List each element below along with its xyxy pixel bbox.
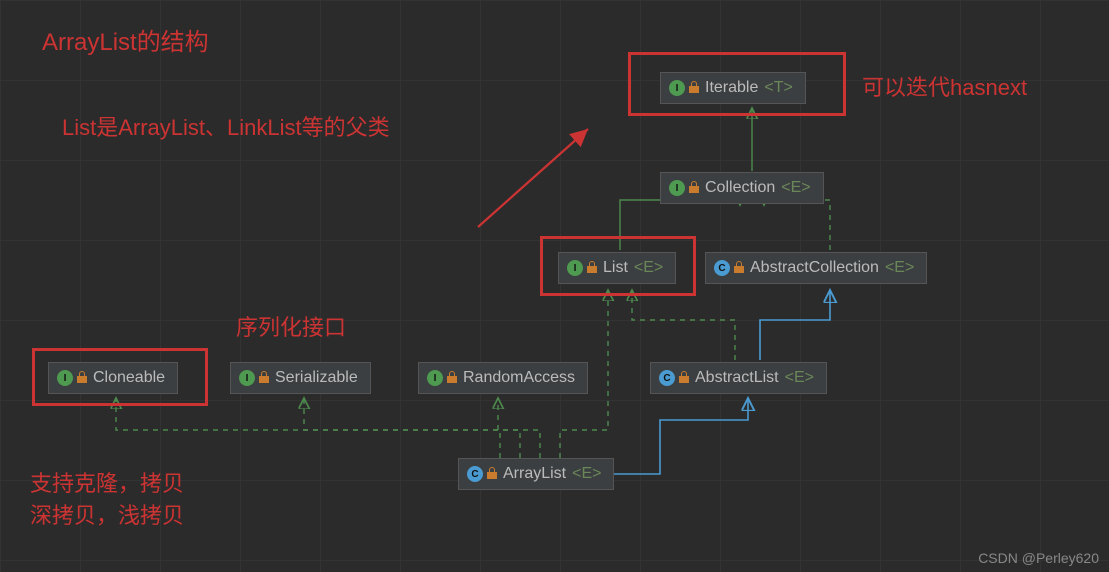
highlight-box-list	[540, 236, 696, 296]
interface-icon: I	[239, 370, 255, 386]
node-label: Collection	[705, 179, 775, 197]
title-annotation: ArrayList的结构	[42, 22, 209, 57]
lock-icon	[689, 183, 699, 193]
node-label: Serializable	[275, 369, 358, 387]
node-generic: <E>	[781, 179, 810, 197]
annotation-iterable: 可以迭代hasnext	[862, 70, 1027, 102]
class-icon: C	[467, 466, 483, 482]
lock-icon	[487, 469, 497, 479]
node-generic: <E>	[785, 369, 814, 387]
node-randomaccess: I RandomAccess	[418, 362, 588, 394]
node-label: AbstractCollection	[750, 259, 879, 277]
node-serializable: I Serializable	[230, 362, 371, 394]
node-arraylist: C ArrayList <E>	[458, 458, 614, 490]
lock-icon	[259, 373, 269, 383]
node-generic: <E>	[572, 465, 601, 483]
highlight-box-iterable	[628, 52, 846, 116]
lock-icon	[447, 373, 457, 383]
node-collection: I Collection <E>	[660, 172, 824, 204]
node-abstractcollection: C AbstractCollection <E>	[705, 252, 927, 284]
node-abstractlist: C AbstractList <E>	[650, 362, 827, 394]
lock-icon	[734, 263, 744, 273]
interface-icon: I	[427, 370, 443, 386]
node-label: ArrayList	[503, 465, 566, 483]
highlight-box-cloneable	[32, 348, 208, 406]
class-icon: C	[714, 260, 730, 276]
node-generic: <E>	[885, 259, 914, 277]
annotation-cloneable-l2: 深拷贝，浅拷贝	[30, 498, 184, 530]
annotation-serializable: 序列化接口	[236, 310, 346, 342]
annotation-cloneable-l1: 支持克隆，拷贝	[30, 466, 184, 498]
watermark: CSDN @Perley620	[978, 550, 1099, 566]
node-label: RandomAccess	[463, 369, 575, 387]
class-icon: C	[659, 370, 675, 386]
annotation-list-parent: List是ArrayList、LinkList等的父类	[62, 110, 390, 142]
lock-icon	[679, 373, 689, 383]
node-label: AbstractList	[695, 369, 779, 387]
interface-icon: I	[669, 180, 685, 196]
